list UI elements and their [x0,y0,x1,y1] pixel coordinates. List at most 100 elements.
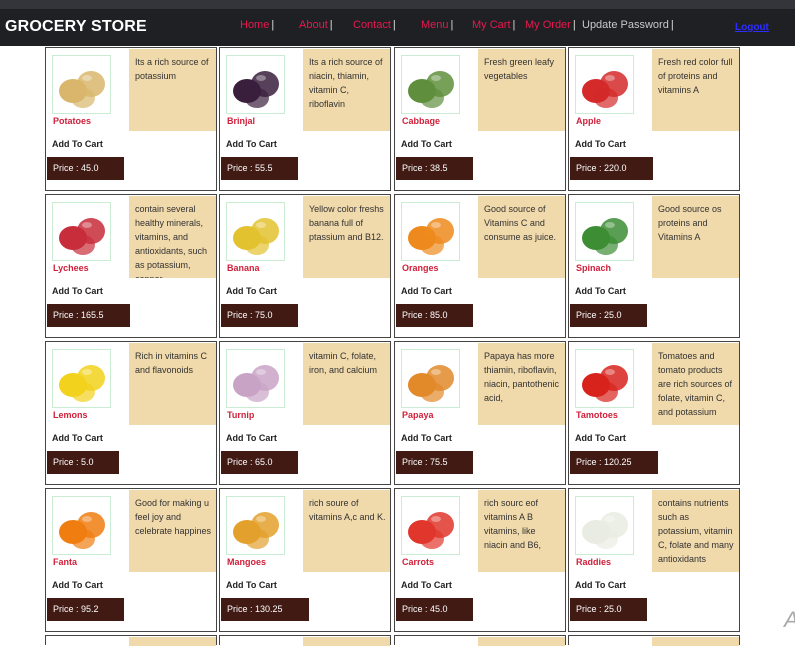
product-description: Good for making u feel joy and celebrate… [129,490,216,572]
product-card: Papaya Papaya has more thiamin, riboflav… [394,341,566,485]
price-label: Price : 95.2 [47,598,125,621]
add-to-cart-button[interactable]: Add To Cart [401,286,452,296]
logout-link[interactable]: Logout [735,22,769,33]
product-card: Mangoes rich soure of vitamins A,c and K… [219,488,391,632]
top-navbar: GROCERY STORE Home | About | Contact | Menu… [0,0,795,46]
add-to-cart-button[interactable]: Add To Cart [226,286,277,296]
product-description: Its a rich source of niacin, thiamin, vi… [303,49,390,131]
product-image-area: Carrots [396,490,478,572]
product-image-area: Mangoes [221,490,303,572]
product-image-area: Papaya [396,343,478,425]
product-name: Oranges [402,263,439,273]
nav-my-order[interactable]: My Order | [525,19,576,31]
add-to-cart-button[interactable]: Add To Cart [575,286,626,296]
product-image-area: Raddies [570,490,652,572]
product-name: Brinjal [227,116,256,126]
product-image-area: Oranges [396,196,478,278]
price-label: Price : 220.0 [570,157,653,180]
product-description: Good source os proteins and Vitamins A [652,196,739,278]
nav-menu[interactable]: Menu | [421,19,453,31]
nav-contact[interactable]: Contact | [353,19,396,31]
product-card: Potatoes Its a rich source of potassium … [45,47,217,191]
next-row-card [219,635,391,646]
potato-icon [52,55,111,114]
product-description: Good source of Vitamins C and consume as… [478,196,565,278]
product-description: Yellow color freshs banana full of ptass… [303,196,390,278]
mango-icon [226,496,285,555]
price-label: Price : 5.0 [47,451,119,474]
product-image-area: Banana [221,196,303,278]
nav-about[interactable]: About | [299,19,333,31]
next-row-card [568,635,740,646]
nav-home[interactable]: Home | [240,19,274,31]
nav-my-cart[interactable]: My Cart | [472,19,515,31]
add-to-cart-button[interactable]: Add To Cart [401,139,452,149]
product-name: Turnip [227,410,255,420]
product-card: Oranges Good source of Vitamins C and co… [394,194,566,338]
add-to-cart-button[interactable]: Add To Cart [52,139,103,149]
lemon-icon [52,349,111,408]
product-name: Raddies [576,557,612,567]
add-to-cart-button[interactable]: Add To Cart [575,139,626,149]
cabbage-icon [401,55,460,114]
add-to-cart-button[interactable]: Add To Cart [575,580,626,590]
add-to-cart-button[interactable]: Add To Cart [226,139,277,149]
product-name: Fanta [53,557,78,567]
add-to-cart-button[interactable]: Add To Cart [226,580,277,590]
product-name: Mangoes [227,557,267,567]
eggplant-icon [226,55,285,114]
product-image-area: Apple [570,49,652,131]
product-card: Carrots rich sourc eof vitamins A B vita… [394,488,566,632]
product-description: rich sourc eof vitamins A B vitamins, li… [478,490,565,572]
carrot-icon [401,496,460,555]
product-card: Cabbage Fresh green leafy vegetables Add… [394,47,566,191]
product-name: Lychees [53,263,89,273]
price-label: Price : 25.0 [570,304,648,327]
nav-update-password[interactable]: Update Password | [582,19,674,31]
add-to-cart-button[interactable]: Add To Cart [575,433,626,443]
spinach-icon [575,202,634,261]
product-name: Carrots [402,557,435,567]
add-to-cart-button[interactable]: Add To Cart [52,286,103,296]
product-name: Spinach [576,263,612,273]
product-card: Turnip vitamin C, folate, iron, and calc… [219,341,391,485]
add-to-cart-button[interactable]: Add To Cart [401,433,452,443]
brand-title: GROCERY STORE [5,18,147,35]
product-card: Brinjal Its a rich source of niacin, thi… [219,47,391,191]
price-label: Price : 45.0 [47,157,125,180]
radish-icon [575,496,634,555]
product-card: Lemons Rich in vitamins C and flavonoids… [45,341,217,485]
product-name: Papaya [402,410,434,420]
product-card: Apple Fresh red color full of proteins a… [568,47,740,191]
product-image-area: Tamotoes [570,343,652,425]
price-label: Price : 55.5 [221,157,299,180]
product-description: Tomatoes and tomato products are rich so… [652,343,739,425]
price-label: Price : 85.0 [396,304,474,327]
price-label: Price : 45.0 [396,598,474,621]
price-label: Price : 75.0 [221,304,299,327]
add-to-cart-button[interactable]: Add To Cart [52,580,103,590]
product-card: Banana Yellow color freshs banana full o… [219,194,391,338]
price-label: Price : 165.5 [47,304,130,327]
product-image-area: Lemons [47,343,129,425]
add-to-cart-button[interactable]: Add To Cart [52,433,103,443]
turnip-icon [226,349,285,408]
banana-icon [226,202,285,261]
product-description: rich soure of vitamins A,c and K. [303,490,390,572]
product-name: Apple [576,116,602,126]
tomato-icon [575,349,634,408]
product-card: Raddies contains nutrients such as potas… [568,488,740,632]
add-to-cart-button[interactable]: Add To Cart [226,433,277,443]
scroll-indicator-icon: A [784,607,795,633]
product-card: Spinach Good source os proteins and Vita… [568,194,740,338]
product-description: Rich in vitamins C and flavonoids [129,343,216,425]
product-name: Cabbage [402,116,441,126]
product-image-area: Lychees [47,196,129,278]
product-name: Banana [227,263,260,273]
orange-icon [401,202,460,261]
price-label: Price : 38.5 [396,157,474,180]
price-label: Price : 25.0 [570,598,648,621]
add-to-cart-button[interactable]: Add To Cart [401,580,452,590]
lychee-icon [52,202,111,261]
next-row-card [394,635,566,646]
